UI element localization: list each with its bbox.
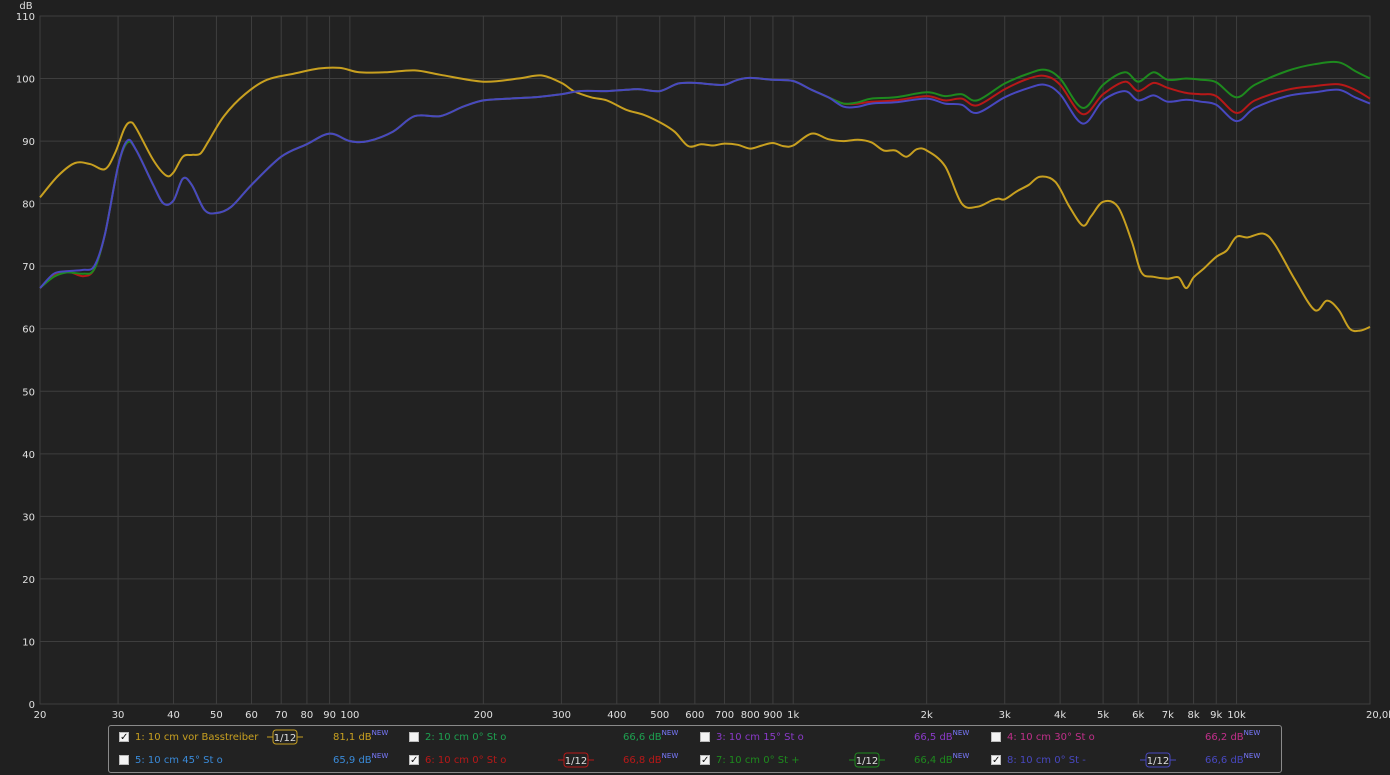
legend-value-5: 65,9 dBNEW <box>333 752 389 766</box>
smoothing-label-8: 1/12 <box>1147 756 1169 767</box>
plot-area <box>39 15 1371 705</box>
legend-value-2: 66,6 dBNEW <box>623 729 679 743</box>
y-tick-label: 110 <box>16 12 35 23</box>
legend-checkbox-6[interactable]: ✓ <box>409 755 419 766</box>
smoothing-label-1: 1/12 <box>274 733 296 744</box>
x-tick-label: 70 <box>275 710 288 721</box>
x-tick-label: 3k <box>999 710 1011 721</box>
y-tick-label: 60 <box>22 325 35 336</box>
legend-value-3: 66,5 dBNEW <box>914 729 970 743</box>
x-tick-label: 90 <box>323 710 336 721</box>
y-axis-label: dB <box>19 1 32 12</box>
x-tick-label: 800 <box>741 710 760 721</box>
y-tick-labels: 0102030405060708090100110 <box>16 12 35 711</box>
x-tick-label: 8k <box>1188 710 1200 721</box>
legend-entry-7[interactable]: ✓ 7: 10 cm 0° St + 66,4 dBNEW <box>700 751 992 771</box>
legend-checkbox-5[interactable] <box>119 755 129 765</box>
legend-entry-5[interactable]: 5: 10 cm 45° St o 65,9 dBNEW <box>119 751 411 771</box>
y-tick-label: 50 <box>22 387 35 398</box>
legend-value-6: 66,8 dBNEW <box>623 752 679 766</box>
legend-checkbox-7[interactable]: ✓ <box>700 755 710 766</box>
legend-checkbox-8[interactable]: ✓ <box>991 755 1001 766</box>
x-tick-label: 60 <box>245 710 258 721</box>
x-tick-label: 2k <box>921 710 933 721</box>
x-tick-label: 5k <box>1097 710 1109 721</box>
x-tick-label: 1k <box>787 710 799 721</box>
x-tick-label: 300 <box>552 710 571 721</box>
x-tick-label: 10k <box>1227 710 1246 721</box>
smoothing-badge-6[interactable]: 1/12 <box>558 752 594 768</box>
legend-label-3: 3: 10 cm 15° St o <box>716 732 804 743</box>
legend-label-4: 4: 10 cm 30° St o <box>1007 732 1095 743</box>
x-tick-labels: 20 30 40 50 60 70 80 90 100 200 300 400 500 600 700 800… <box>34 710 1390 721</box>
x-tick-label: 6k <box>1132 710 1144 721</box>
y-tick-label: 90 <box>22 137 35 148</box>
smoothing-badge-8[interactable]: 1/12 <box>1140 752 1176 768</box>
x-tick-label: 400 <box>607 710 626 721</box>
legend-label-5: 5: 10 cm 45° St o <box>135 755 223 766</box>
legend-label-7: 7: 10 cm 0° St + <box>716 755 800 766</box>
x-tick-label: 7k <box>1162 710 1174 721</box>
legend-label-1: 1: 10 cm vor Basstreiber <box>135 732 259 743</box>
legend-entry-2[interactable]: 2: 10 cm 0° St o 66,6 dBNEW <box>409 728 701 748</box>
y-tick-label: 40 <box>22 450 35 461</box>
legend-entry-6[interactable]: ✓ 6: 10 cm 0° St o 66,8 dBNEW <box>409 751 701 771</box>
legend-value-8: 66,6 dBNEW <box>1205 752 1261 766</box>
x-tick-label: 4k <box>1054 710 1066 721</box>
legend-checkbox-3[interactable] <box>700 732 710 742</box>
x-tick-label: 900 <box>763 710 782 721</box>
y-tick-label: 10 <box>22 637 35 648</box>
x-tick-label: 700 <box>715 710 734 721</box>
x-tick-label: 9k <box>1210 710 1222 721</box>
y-tick-label: 30 <box>22 512 35 523</box>
legend-value-1: 81,1 dBNEW <box>333 729 389 743</box>
legend-label-6: 6: 10 cm 0° St o <box>425 755 507 766</box>
legend-entry-3[interactable]: 3: 10 cm 15° St o 66,5 dBNEW <box>700 728 992 748</box>
x-tick-label: 20,0k Hz <box>1366 710 1390 721</box>
x-tick-label: 50 <box>210 710 223 721</box>
legend-label-8: 8: 10 cm 0° St - <box>1007 755 1086 766</box>
frequency-response-chart: 0102030405060708090100110 20 30 40 50 60 70 80… <box>16 1 1390 721</box>
legend-checkbox-4[interactable] <box>991 732 1001 742</box>
y-tick-label: 80 <box>22 200 35 211</box>
x-tick-label: 100 <box>340 710 359 721</box>
x-tick-label: 40 <box>167 710 180 721</box>
legend-label-2: 2: 10 cm 0° St o <box>425 732 507 743</box>
smoothing-badge-7[interactable]: 1/12 <box>849 752 885 768</box>
x-tick-label: 30 <box>112 710 125 721</box>
x-tick-label: 80 <box>301 710 314 721</box>
legend-value-4: 66,2 dBNEW <box>1205 729 1261 743</box>
legend-entry-4[interactable]: 4: 10 cm 30° St o 66,2 dBNEW <box>991 728 1283 748</box>
smoothing-label-6: 1/12 <box>565 756 587 767</box>
legend-entry-1[interactable]: ✓ 1: 10 cm vor Basstreiber 81,1 dBNEW <box>119 728 411 748</box>
smoothing-label-7: 1/12 <box>856 756 878 767</box>
y-tick-label: 70 <box>22 262 35 273</box>
x-tick-label: 600 <box>685 710 704 721</box>
legend-panel: ✓ 1: 10 cm vor Basstreiber 81,1 dBNEW 2:… <box>108 725 1282 773</box>
x-tick-label: 200 <box>474 710 493 721</box>
y-tick-label: 100 <box>16 75 35 86</box>
legend-checkbox-2[interactable] <box>409 732 419 742</box>
legend-checkbox-1[interactable]: ✓ <box>119 732 129 743</box>
legend-value-7: 66,4 dBNEW <box>914 752 970 766</box>
x-tick-label: 500 <box>650 710 669 721</box>
x-tick-label: 20 <box>34 710 47 721</box>
smoothing-badge-1[interactable]: 1/12 <box>267 729 303 745</box>
legend-entry-8[interactable]: ✓ 8: 10 cm 0° St - 66,6 dBNEW <box>991 751 1283 771</box>
y-tick-label: 20 <box>22 575 35 586</box>
